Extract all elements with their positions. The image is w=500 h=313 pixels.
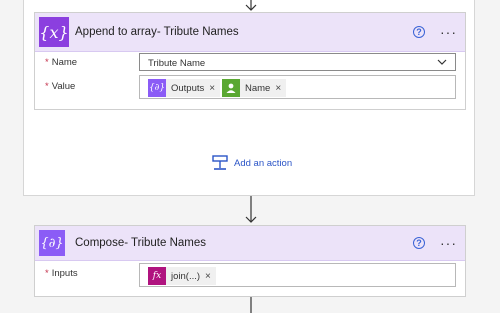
required-mark: * xyxy=(45,81,49,92)
remove-token-icon[interactable]: × xyxy=(275,83,281,94)
append-to-array-card: {x} Append to array- Tribute Names ? ···… xyxy=(34,12,466,110)
inputs-input[interactable]: fx join(...) × xyxy=(139,263,456,287)
value-field-label: * Value xyxy=(45,81,75,92)
name-dropdown-value: Tribute Name xyxy=(148,58,206,69)
variable-icon: {x} xyxy=(39,17,69,47)
compose-card-header[interactable]: {∂} Compose- Tribute Names ? ··· xyxy=(35,226,465,261)
name-token-label: Name xyxy=(245,82,271,94)
user-token-icon xyxy=(222,79,240,97)
outputs-token-label: Outputs xyxy=(171,82,205,94)
connector-arrow-top xyxy=(245,0,257,11)
outputs-token[interactable]: {∂} Outputs × xyxy=(148,79,221,97)
join-expression-token[interactable]: fx join(...) × xyxy=(148,267,216,285)
compose-icon: {∂} xyxy=(39,230,65,256)
join-token-label: join(...) xyxy=(171,270,201,282)
inputs-field-label: * Inputs xyxy=(45,268,78,279)
name-dropdown[interactable]: Tribute Name xyxy=(139,53,456,71)
expression-icon: fx xyxy=(148,267,166,285)
connector-line-bottom xyxy=(250,297,252,313)
more-options-icon[interactable]: ··· xyxy=(440,25,457,39)
connector-arrow-middle xyxy=(245,196,257,223)
inputs-label-text: Inputs xyxy=(51,268,78,279)
more-options-icon[interactable]: ··· xyxy=(440,236,457,250)
append-card-title: Append to array- Tribute Names xyxy=(75,26,239,38)
remove-token-icon[interactable]: × xyxy=(205,271,211,282)
add-action-icon xyxy=(212,155,228,170)
name-label-text: Name xyxy=(51,57,78,68)
append-card-header[interactable]: {x} Append to array- Tribute Names ? ··· xyxy=(35,13,465,52)
compose-token-icon: {∂} xyxy=(148,79,166,97)
compose-card-title: Compose- Tribute Names xyxy=(75,237,207,249)
person-icon xyxy=(226,83,236,93)
value-label-text: Value xyxy=(51,81,76,92)
compose-card: {∂} Compose- Tribute Names ? ··· * Inputs… xyxy=(34,225,466,297)
help-icon[interactable]: ? xyxy=(413,237,425,249)
help-icon[interactable]: ? xyxy=(413,26,425,38)
required-mark: * xyxy=(45,57,49,68)
chevron-down-icon xyxy=(437,59,447,65)
value-input[interactable]: {∂} Outputs × Name × xyxy=(139,75,456,99)
name-field-label: * Name xyxy=(45,57,77,68)
name-token[interactable]: Name × xyxy=(222,79,287,97)
add-action-button[interactable]: Add an action xyxy=(211,154,292,172)
required-mark: * xyxy=(45,268,49,279)
add-action-label: Add an action xyxy=(234,157,293,169)
remove-token-icon[interactable]: × xyxy=(209,83,215,94)
